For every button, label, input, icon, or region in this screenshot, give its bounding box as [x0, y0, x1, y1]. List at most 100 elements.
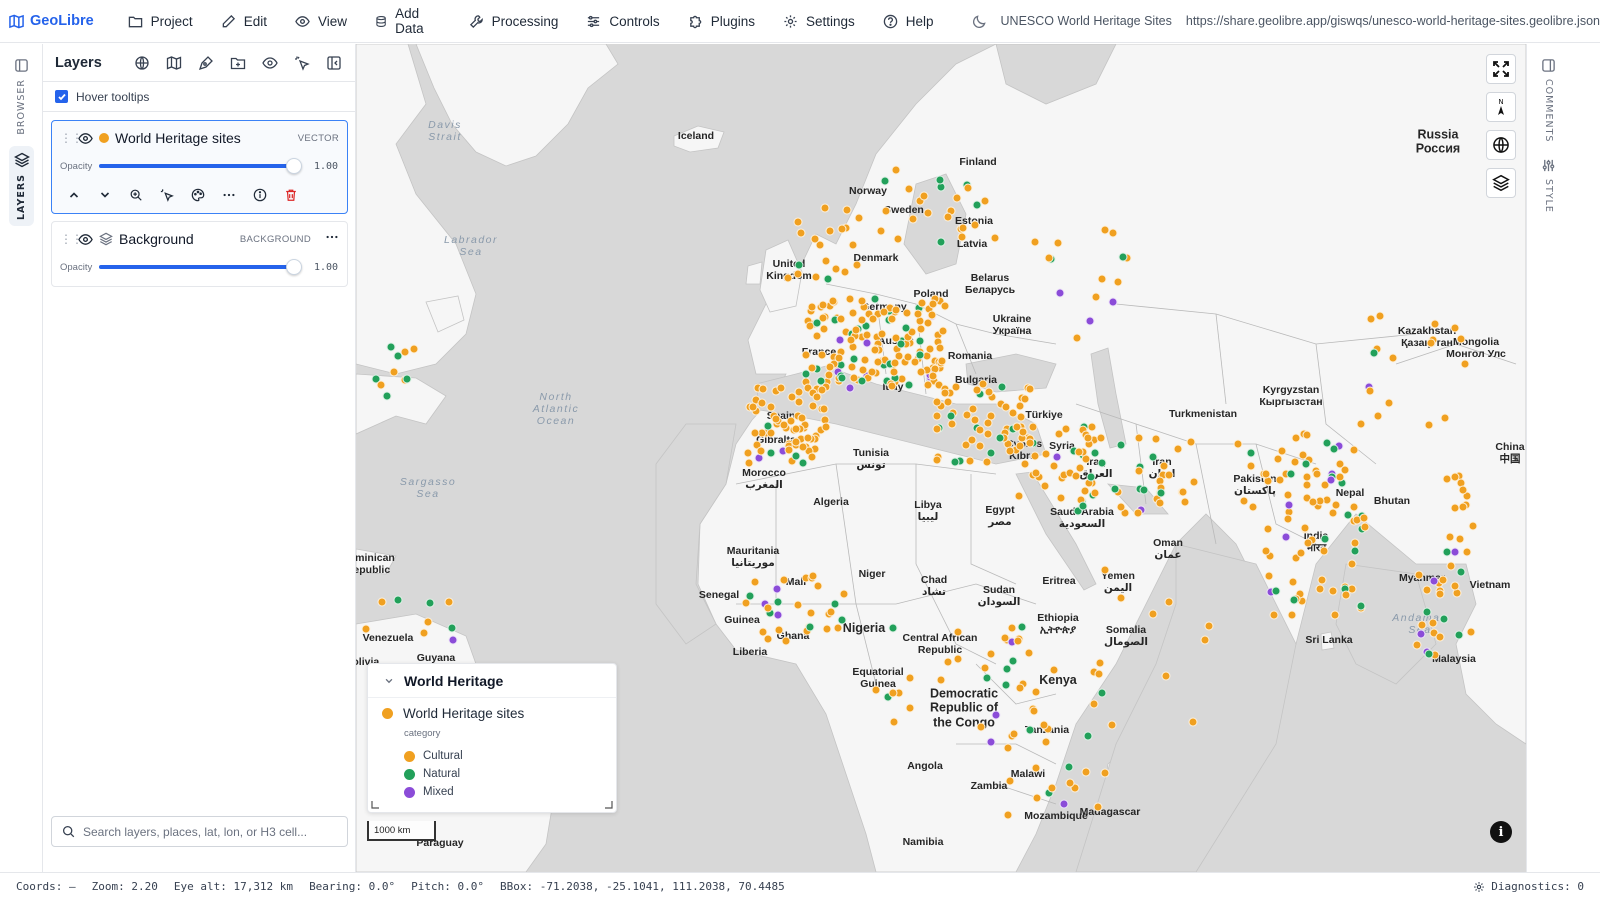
heritage-site-point[interactable] — [935, 175, 945, 184]
globe-projection-button[interactable] — [1486, 130, 1516, 160]
heritage-site-point[interactable] — [913, 309, 923, 319]
heritage-site-point[interactable] — [951, 382, 961, 392]
heritage-site-point[interactable] — [763, 634, 773, 644]
heritage-site-point[interactable] — [976, 722, 986, 732]
heritage-site-point[interactable] — [1108, 228, 1118, 238]
heritage-site-point[interactable] — [830, 599, 840, 609]
heritage-site-point[interactable] — [862, 330, 872, 340]
heritage-site-point[interactable] — [779, 420, 789, 430]
heritage-site-point[interactable] — [1013, 636, 1023, 646]
heritage-site-point[interactable] — [936, 675, 946, 685]
heritage-site-point[interactable] — [1330, 610, 1340, 620]
heritage-site-point[interactable] — [851, 325, 861, 335]
heritage-site-point[interactable] — [986, 649, 996, 659]
heritage-site-point[interactable] — [845, 294, 855, 304]
heritage-site-point[interactable] — [1356, 601, 1365, 611]
heritage-site-point[interactable] — [1435, 589, 1445, 599]
move-down-button[interactable] — [97, 187, 113, 203]
heritage-site-point[interactable] — [377, 597, 386, 607]
heritage-site-point[interactable] — [870, 345, 880, 355]
heritage-site-point[interactable] — [400, 347, 410, 357]
heritage-site-point[interactable] — [1269, 610, 1279, 620]
heritage-site-point[interactable] — [791, 437, 800, 447]
heritage-site-point[interactable] — [1085, 316, 1094, 326]
heritage-site-point[interactable] — [889, 367, 899, 377]
heritage-site-point[interactable] — [887, 381, 897, 391]
heritage-site-point[interactable] — [750, 428, 760, 438]
identify-layer-button[interactable] — [159, 187, 175, 203]
heritage-site-point[interactable] — [1054, 429, 1064, 439]
heritage-site-point[interactable] — [1107, 720, 1117, 730]
heritage-site-point[interactable] — [970, 220, 980, 230]
heritage-site-point[interactable] — [1189, 477, 1199, 487]
heritage-site-point[interactable] — [1458, 502, 1468, 512]
heritage-site-point[interactable] — [905, 703, 915, 713]
heritage-site-point[interactable] — [904, 380, 914, 390]
zoom-to-layer-button[interactable] — [128, 187, 144, 203]
heritage-site-point[interactable] — [1263, 524, 1273, 534]
heritage-site-point[interactable] — [908, 214, 917, 224]
heritage-site-point[interactable] — [1450, 581, 1460, 591]
heritage-site-point[interactable] — [888, 688, 898, 698]
heritage-site-point[interactable] — [812, 318, 822, 328]
attribution-info-button[interactable]: i — [1490, 821, 1512, 843]
heritage-site-point[interactable] — [1264, 571, 1274, 581]
heritage-site-point[interactable] — [915, 350, 925, 360]
diagnostics-button[interactable]: Diagnostics: 0 — [1473, 880, 1584, 893]
heritage-site-point[interactable] — [1164, 470, 1174, 480]
heritage-site-point[interactable] — [1343, 510, 1353, 520]
style-layer-button[interactable] — [190, 187, 206, 203]
heritage-site-point[interactable] — [1108, 297, 1117, 307]
heritage-site-point[interactable] — [1326, 475, 1335, 484]
heritage-site-point[interactable] — [1148, 452, 1158, 461]
heritage-site-point[interactable] — [842, 205, 852, 215]
heritage-site-point[interactable] — [798, 458, 807, 467]
menu-project[interactable]: Project — [114, 0, 207, 43]
heritage-site-point[interactable] — [950, 457, 960, 466]
heritage-site-point[interactable] — [1319, 546, 1329, 556]
heritage-site-point[interactable] — [984, 387, 994, 397]
heritage-site-point[interactable] — [904, 184, 914, 194]
heritage-site-point[interactable] — [932, 424, 942, 434]
heritage-site-point[interactable] — [796, 228, 806, 238]
heritage-site-point[interactable] — [1450, 547, 1460, 557]
heritage-site-point[interactable] — [389, 367, 399, 377]
menu-settings[interactable]: Settings — [769, 0, 869, 43]
menu-edit[interactable]: Edit — [207, 0, 281, 43]
heritage-site-point[interactable] — [1003, 743, 1013, 753]
heritage-site-point[interactable] — [798, 442, 808, 452]
heritage-site-point[interactable] — [1430, 319, 1440, 329]
heritage-site-point[interactable] — [1064, 762, 1074, 772]
heritage-site-point[interactable] — [1439, 614, 1449, 624]
move-up-button[interactable] — [66, 187, 82, 203]
heritage-site-point[interactable] — [932, 455, 942, 465]
heritage-site-point[interactable] — [797, 413, 807, 423]
heritage-site-point[interactable] — [940, 301, 950, 311]
heritage-site-point[interactable] — [1186, 437, 1196, 447]
heritage-site-point[interactable] — [873, 357, 882, 367]
heritage-site-point[interactable] — [1283, 514, 1293, 524]
heritage-site-point[interactable] — [1100, 565, 1110, 575]
heritage-site-point[interactable] — [983, 429, 993, 439]
menu-view[interactable]: View — [281, 0, 361, 43]
heritage-site-point[interactable] — [1233, 439, 1243, 449]
heritage-site-point[interactable] — [972, 200, 982, 210]
heritage-site-point[interactable] — [1001, 680, 1011, 690]
heritage-site-point[interactable] — [791, 424, 801, 434]
layers-tab[interactable]: LAYERS — [9, 146, 34, 227]
delete-layer-button[interactable] — [283, 187, 299, 203]
hover-tooltips-row[interactable]: Hover tooltips — [43, 82, 355, 112]
heritage-site-point[interactable] — [1031, 763, 1041, 773]
heritage-site-point[interactable] — [819, 404, 829, 414]
heritage-site-point[interactable] — [972, 385, 982, 395]
heritage-site-point[interactable] — [1029, 706, 1039, 715]
heritage-site-point[interactable] — [1422, 607, 1432, 617]
heritage-site-point[interactable] — [1155, 498, 1165, 508]
opacity-slider[interactable] — [99, 158, 302, 174]
heritage-site-point[interactable] — [823, 274, 833, 284]
heritage-site-point[interactable] — [1116, 502, 1126, 512]
heritage-site-point[interactable] — [791, 451, 801, 461]
heritage-site-point[interactable] — [1458, 485, 1468, 495]
heritage-site-point[interactable] — [1151, 434, 1161, 444]
heritage-site-point[interactable] — [1159, 461, 1169, 471]
